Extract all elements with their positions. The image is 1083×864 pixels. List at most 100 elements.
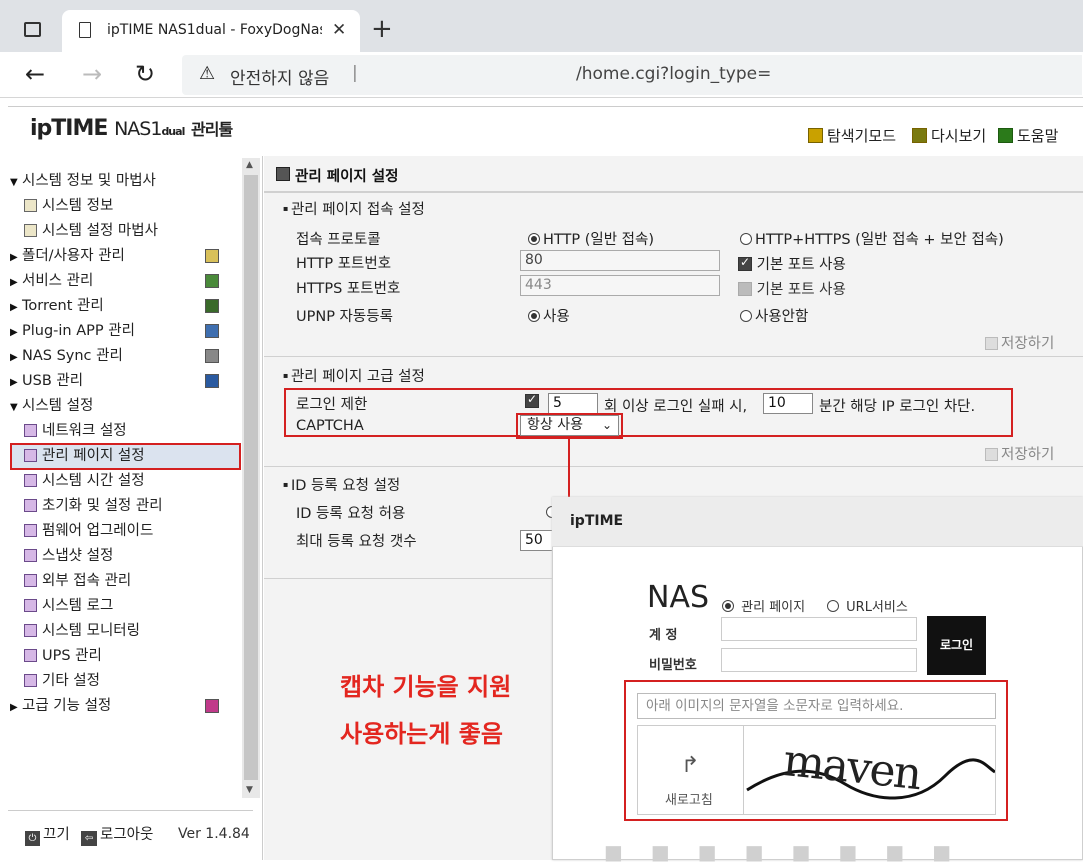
power-off-button[interactable]: ⏻ 끄기 <box>25 823 70 846</box>
tab-close-icon[interactable]: ✕ <box>332 20 346 40</box>
reload-icon[interactable]: ↻ <box>135 60 155 88</box>
tab-title: ipTIME NAS1dual - FoxyDogNas <box>107 22 322 38</box>
section3-title: ▪ ID 등록 요청 설정 <box>283 478 401 494</box>
sidebar-item[interactable]: ▶ 폴더/사용자 관리 <box>10 245 125 267</box>
login-button[interactable]: 로그인 <box>927 616 986 675</box>
caret-right-icon: ▶ <box>10 352 18 363</box>
radio-icon <box>528 233 540 245</box>
sidebar-item[interactable]: 외부 접속 관리 <box>24 570 131 592</box>
security-separator: | <box>352 63 358 83</box>
protocol-http-radio[interactable]: HTTP (일반 접속) <box>528 228 654 249</box>
sidebar-item[interactable]: 시스템 모니터링 <box>24 620 140 642</box>
section2-title: ▪ 관리 페이지 고급 설정 <box>283 369 425 385</box>
new-tab-icon[interactable]: + <box>371 14 393 44</box>
http-default-port-checkbox[interactable]: 기본 포트 사용 <box>738 253 846 274</box>
menu-group-icon <box>205 274 219 288</box>
caret-right-icon: ▶ <box>10 327 18 338</box>
sidebar-item[interactable]: 네트워크 설정 <box>24 420 127 442</box>
captcha-label: CAPTCHA <box>296 418 364 434</box>
sidebar-item[interactable]: 초기화 및 설정 관리 <box>24 495 163 517</box>
nas-label: NAS <box>647 580 710 615</box>
sidebar-item[interactable]: ▶ Plug-in APP 관리 <box>10 320 135 342</box>
radio-icon <box>740 310 752 322</box>
sidebar-scroll-thumb[interactable] <box>244 175 258 780</box>
sidebar-item[interactable]: 시스템 로그 <box>24 595 113 617</box>
captcha-refresh-button[interactable]: ↱ 새로고침 <box>637 725 744 815</box>
sidebar-item[interactable]: 관리 페이지 설정 <box>24 445 145 467</box>
explorer-mode-link[interactable]: 탐색기모드 <box>808 125 896 146</box>
menu-item-icon <box>24 574 37 587</box>
menu-group-icon <box>205 299 219 313</box>
security-label[interactable]: 안전하지 않음 <box>230 64 329 89</box>
url-text[interactable]: /home.cgi?login_type= <box>576 64 771 84</box>
sidebar-item[interactable]: ▶ 고급 기능 설정 <box>10 695 111 717</box>
http-port-label: HTTP 포트번호 <box>296 256 392 272</box>
section1-save-button[interactable]: 저장하기 <box>985 332 1054 353</box>
http-port-input[interactable]: 80 <box>520 250 720 271</box>
menu-item-icon <box>24 674 37 687</box>
version-label: Ver 1.4.84 <box>178 826 250 842</box>
https-default-port-checkbox[interactable]: 기본 포트 사용 <box>738 278 846 299</box>
radio-icon <box>740 233 752 245</box>
protocol-https-radio[interactable]: HTTP+HTTPS (일반 접속 + 보안 접속) <box>740 228 1004 249</box>
sidebar-item-label: 기타 설정 <box>42 673 100 689</box>
page-title: 관리 페이지 설정 <box>295 169 399 185</box>
https-port-input[interactable]: 443 <box>520 275 720 296</box>
sidebar-item[interactable]: 펌웨어 업그레이드 <box>24 520 153 542</box>
captcha-select[interactable]: 항상 사용 ⌄ <box>520 415 619 436</box>
sidebar-item[interactable]: UPS 관리 <box>24 645 102 667</box>
menu-item-icon <box>24 499 37 512</box>
sidebar-item[interactable]: ▶ Torrent 관리 <box>10 295 104 317</box>
upnp-on-radio[interactable]: 사용 <box>528 305 570 326</box>
caret-right-icon: ▶ <box>10 277 18 288</box>
radio-icon <box>827 600 839 612</box>
sidebar-item-label: 외부 접속 관리 <box>42 573 132 589</box>
brand-sub: dual <box>161 125 185 138</box>
replay-link[interactable]: 다시보기 <box>912 125 986 146</box>
block-minutes-input[interactable]: 10 <box>763 393 813 414</box>
forward-icon[interactable]: → <box>82 60 102 88</box>
caret-right-icon: ▶ <box>10 702 18 713</box>
sidebar-item[interactable]: ▶ USB 관리 <box>10 370 83 392</box>
menu-item-icon <box>24 524 37 537</box>
menu-group-icon <box>205 249 219 263</box>
sidebar-item[interactable]: 시스템 정보 <box>24 195 113 217</box>
tab-actions-icon[interactable] <box>24 22 41 37</box>
sidebar-item-label: 시스템 시간 설정 <box>42 473 145 489</box>
fail-count-input[interactable]: 5 <box>548 393 598 414</box>
mode-url-radio[interactable]: URL서비스 <box>827 596 908 615</box>
login-preview-brand: ipTIME <box>570 513 624 529</box>
sidebar-item-label: 네트워크 설정 <box>42 423 127 439</box>
section2-save-button[interactable]: 저장하기 <box>985 443 1054 464</box>
sidebar-item[interactable]: 스냅샷 설정 <box>24 545 113 567</box>
back-icon[interactable]: ← <box>25 60 45 88</box>
captcha-input[interactable]: 아래 이미지의 문자열을 소문자로 입력하세요. <box>637 693 996 719</box>
mode-admin-radio[interactable]: 관리 페이지 <box>722 596 805 615</box>
power-icon: ⏻ <box>25 831 40 846</box>
caret-right-icon: ▶ <box>10 302 18 313</box>
warning-icon[interactable]: ⚠ <box>199 63 215 84</box>
sidebar-item[interactable]: 시스템 설정 마법사 <box>24 220 158 242</box>
chevron-down-icon: ⌄ <box>601 418 612 432</box>
login-limit-checkbox[interactable] <box>525 392 539 408</box>
sidebar-item[interactable]: 기타 설정 <box>24 670 100 692</box>
password-input[interactable] <box>721 648 917 672</box>
help-icon <box>998 128 1013 143</box>
sidebar-item[interactable]: ▼ 시스템 설정 <box>10 395 93 417</box>
scroll-up-icon[interactable]: ▲ <box>246 160 253 170</box>
sidebar-item-label: 서비스 관리 <box>22 273 94 289</box>
sidebar-item-label: 고급 기능 설정 <box>22 698 112 714</box>
sidebar-item[interactable]: ▶ 서비스 관리 <box>10 270 93 292</box>
upnp-off-radio[interactable]: 사용안함 <box>740 305 808 326</box>
sidebar-item-label: 시스템 설정 마법사 <box>42 223 158 239</box>
sidebar-item[interactable]: ▶ NAS Sync 관리 <box>10 345 123 367</box>
sidebar-item-label: 시스템 모니터링 <box>42 623 140 639</box>
account-input[interactable] <box>721 617 917 641</box>
help-link[interactable]: 도움말 <box>998 125 1058 146</box>
logout-button[interactable]: ⇦ 로그아웃 <box>81 823 153 846</box>
caret-right-icon: ▶ <box>10 377 18 388</box>
sidebar-item[interactable]: ▼ 시스템 정보 및 마법사 <box>10 170 156 192</box>
menu-item-icon <box>24 549 37 562</box>
scroll-down-icon[interactable]: ▼ <box>246 785 253 795</box>
sidebar-item[interactable]: 시스템 시간 설정 <box>24 470 145 492</box>
